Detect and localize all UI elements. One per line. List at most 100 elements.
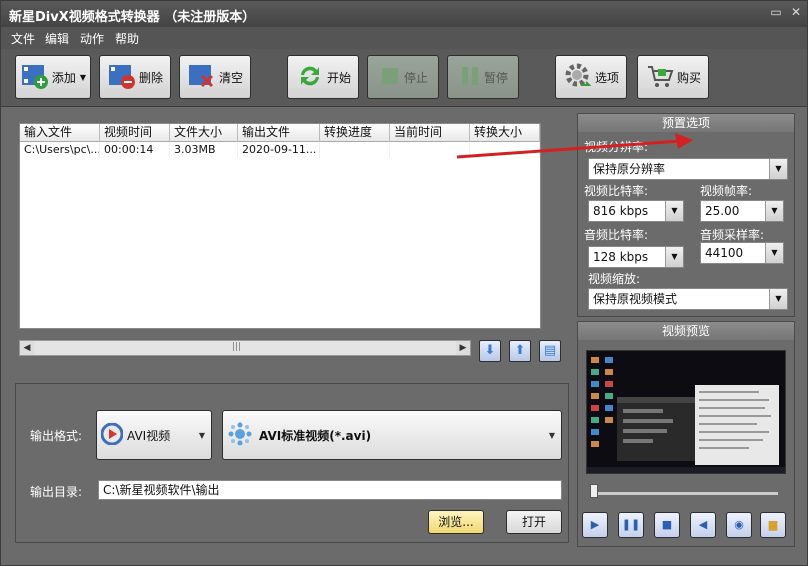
video-preview-panel: 视频预览 ▶ ❚❚ ■ ◀ ◉ ▆ [577, 321, 795, 547]
stop-label: 停止 [403, 70, 428, 85]
buy-label: 购买 [676, 70, 701, 85]
annotation-arrow-icon [456, 133, 693, 159]
scale-select[interactable]: 保持原视频模式 ▼ [588, 288, 788, 310]
add-label: 添加 [51, 70, 76, 85]
start-button[interactable]: 开始 [287, 55, 359, 99]
menu-bar: 文件 编辑 动作 帮助 [1, 27, 807, 49]
browse-button[interactable]: 浏览... [428, 510, 484, 534]
scale-label: 视频缩放: [588, 272, 641, 286]
preview-stop-button[interactable]: ■ [654, 512, 680, 538]
volume-button[interactable]: ◀ [690, 512, 716, 538]
chevron-down-icon: ▼ [769, 159, 787, 179]
preview-screen [586, 350, 786, 474]
clear-label: 清空 [218, 70, 243, 85]
framerate-select[interactable]: 25.00 ▼ [700, 200, 784, 222]
video-bitrate-value: 816 kbps [593, 204, 649, 218]
options-button[interactable]: 选项 [555, 55, 627, 99]
table-cell: 00:00:14 [100, 142, 170, 158]
output-dir-label: 输出目录: [30, 485, 83, 499]
output-profile-select[interactable]: AVI标准视频(*.avi) ▼ [222, 410, 562, 460]
open-folder-button[interactable]: ▆ [760, 512, 786, 538]
seek-track[interactable] [592, 492, 778, 495]
delete-label: 删除 [138, 70, 163, 85]
table-cell: 2020-09-11... [238, 142, 320, 158]
toolbar: 添加 ▼ 删除 清空 开始 停止 暂停 选项 购买 [1, 49, 807, 107]
menu-edit[interactable]: 编辑 [45, 30, 69, 47]
folder-icon: ▆ [768, 518, 778, 531]
gear-icon [563, 61, 593, 94]
table-cell [320, 142, 390, 158]
minimize-button[interactable]: ▭ [767, 3, 785, 21]
snapshot-button[interactable]: ◉ [726, 512, 752, 538]
scroll-left-icon[interactable]: ◀ [20, 341, 34, 355]
chevron-down-icon: ▼ [665, 247, 683, 267]
video-bitrate-label: 视频比特率: [584, 184, 649, 198]
chevron-down-icon: ▼ [765, 201, 783, 221]
open-button[interactable]: 打开 [506, 510, 562, 534]
column-header[interactable]: 输入文件 [20, 124, 100, 142]
video-bitrate-select[interactable]: 816 kbps ▼ [588, 200, 684, 222]
column-header[interactable]: 转换进度 [320, 124, 390, 142]
output-format-value: AVI视频 [127, 428, 171, 443]
start-label: 开始 [326, 70, 351, 85]
stop-button[interactable]: 停止 [367, 55, 439, 99]
framerate-label: 视频帧率: [700, 184, 753, 198]
pause-button[interactable]: 暂停 [447, 55, 519, 99]
film-clear-icon [187, 61, 217, 94]
arrow-down-icon: ⬇ [484, 343, 496, 358]
preview-pause-button[interactable]: ❚❚ [618, 512, 644, 538]
column-header[interactable]: 视频时间 [100, 124, 170, 142]
pause-label: 暂停 [483, 70, 508, 85]
scroll-right-icon[interactable]: ▶ [456, 341, 470, 355]
move-down-button[interactable]: ⬇ [479, 340, 501, 362]
column-header[interactable]: 文件大小 [170, 124, 238, 142]
chevron-down-icon: ▼ [548, 431, 555, 440]
refresh-icon [295, 61, 325, 94]
scroll-grip[interactable]: ||| [232, 342, 241, 352]
output-format-select[interactable]: AVI视频 ▼ [96, 410, 212, 460]
menu-file[interactable]: 文件 [11, 30, 35, 47]
menu-action[interactable]: 动作 [80, 30, 104, 47]
output-settings-panel: 输出格式: AVI视频 ▼ AVI标准视频(*.avi) ▼ 输出目录: C:\… [15, 383, 569, 543]
film-add-icon [20, 61, 50, 94]
column-header[interactable]: 输出文件 [238, 124, 320, 142]
title-bar: 新星DivX视频格式转换器 （未注册版本） ▭ ✕ [1, 1, 807, 27]
preview-thumbnail [587, 351, 785, 473]
play-icon: ▶ [590, 518, 600, 531]
shopping-cart-icon [645, 61, 675, 94]
framerate-value: 25.00 [705, 204, 740, 218]
close-button[interactable]: ✕ [787, 3, 805, 21]
clipboard-icon: ▤ [543, 343, 557, 358]
audio-bitrate-label: 音频比特率: [584, 228, 649, 242]
chevron-down-icon: ▼ [769, 289, 787, 309]
scale-value: 保持原视频模式 [593, 292, 678, 306]
buy-button[interactable]: 购买 [637, 55, 709, 99]
output-format-label: 输出格式: [30, 429, 83, 443]
add-button[interactable]: 添加 ▼ [15, 55, 91, 99]
play-button[interactable]: ▶ [582, 512, 608, 538]
samplerate-label: 音频采样率: [700, 228, 765, 242]
media-player-icon [100, 422, 124, 448]
menu-help[interactable]: 帮助 [115, 30, 139, 47]
output-dir-input[interactable]: C:\新星视频软件\输出 [98, 480, 562, 500]
audio-bitrate-select[interactable]: 128 kbps ▼ [588, 246, 684, 268]
horizontal-scrollbar[interactable]: ◀ ||| ▶ [19, 340, 471, 356]
preview-header: 视频预览 [578, 322, 794, 340]
window-title: 新星DivX视频格式转换器 （未注册版本） [9, 10, 256, 25]
app-window: 新星DivX视频格式转换器 （未注册版本） ▭ ✕ 文件 编辑 动作 帮助 添加… [0, 0, 808, 566]
table-cell: C:\Users\pc\... [20, 142, 100, 158]
output-profile-value: AVI标准视频(*.avi) [259, 428, 372, 443]
chevron-down-icon: ▼ [765, 243, 783, 263]
move-up-button[interactable]: ⬆ [509, 340, 531, 362]
chevron-down-icon: ▼ [79, 72, 87, 82]
seek-slider-thumb[interactable] [590, 484, 598, 498]
delete-button[interactable]: 删除 [99, 55, 171, 99]
chevron-down-icon: ▼ [665, 201, 683, 221]
paste-button[interactable]: ▤ [539, 340, 561, 362]
camera-icon: ◉ [734, 518, 744, 531]
pause-icon: ❚❚ [621, 518, 641, 531]
clear-button[interactable]: 清空 [179, 55, 251, 99]
speaker-icon: ◀ [698, 518, 708, 531]
samplerate-select[interactable]: 44100 ▼ [700, 242, 784, 264]
table-cell: 3.03MB [170, 142, 238, 158]
